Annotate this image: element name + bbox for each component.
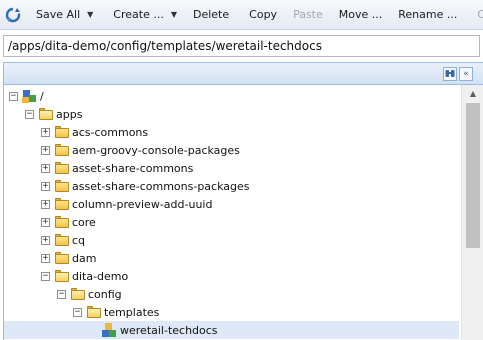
create-button[interactable]: Create ... ▼ bbox=[105, 0, 185, 29]
root-node-icon bbox=[21, 88, 37, 104]
save-all-button[interactable]: Save All ▼ bbox=[28, 0, 101, 29]
tree-node[interactable]: + core bbox=[4, 213, 459, 231]
tree-node[interactable]: + column-preview-add-uuid bbox=[4, 195, 459, 213]
tree-node-label: aem-groovy-console-packages bbox=[72, 143, 240, 157]
collapse-node-icon[interactable]: − bbox=[57, 289, 66, 299]
move-button[interactable]: Move ... bbox=[331, 0, 390, 29]
tree-node-config[interactable]: − config bbox=[4, 285, 459, 303]
copy-button[interactable]: Copy bbox=[241, 0, 285, 29]
tree-node-apps[interactable]: − apps bbox=[4, 105, 459, 123]
expand-node-icon[interactable]: + bbox=[41, 163, 50, 173]
tree-node-label: config bbox=[88, 287, 122, 301]
folder-icon bbox=[55, 162, 69, 174]
tree-scrollbar[interactable]: ▲ bbox=[461, 85, 483, 340]
tree-node-label: dam bbox=[72, 251, 97, 265]
tree-node-label: asset-share-commons-packages bbox=[72, 179, 250, 193]
scrollbar-thumb[interactable] bbox=[466, 103, 480, 248]
tree-node-label: core bbox=[72, 215, 96, 229]
expand-node-icon[interactable]: + bbox=[41, 127, 50, 137]
folder-icon bbox=[55, 126, 69, 138]
folder-open-icon bbox=[71, 288, 85, 300]
folder-icon bbox=[55, 144, 69, 156]
tree-node[interactable]: + asset-share-commons-packages bbox=[4, 177, 459, 195]
tree-panel-header: « bbox=[4, 63, 483, 85]
overlay-node-button[interactable]: Overlay No bbox=[469, 0, 483, 29]
expand-node-icon[interactable]: + bbox=[41, 217, 50, 227]
folder-icon bbox=[55, 234, 69, 246]
expand-node-icon[interactable]: + bbox=[41, 145, 50, 155]
repository-tree: − / − apps + acs-commons + aem-groovy-co… bbox=[4, 85, 461, 340]
collapse-node-icon[interactable]: − bbox=[73, 307, 82, 317]
tree-node-label: templates bbox=[104, 305, 160, 319]
tree-node-root[interactable]: − / bbox=[4, 87, 459, 105]
tree-node[interactable]: + acs-commons bbox=[4, 123, 459, 141]
tree-node-dita-demo[interactable]: − dita-demo bbox=[4, 267, 459, 285]
tree-node-label: dita-demo bbox=[72, 269, 129, 283]
tree-node[interactable]: + aem-groovy-console-packages bbox=[4, 141, 459, 159]
folder-open-icon bbox=[39, 108, 53, 120]
delete-button[interactable]: Delete bbox=[185, 0, 237, 29]
refresh-icon[interactable] bbox=[4, 6, 22, 24]
tree-panel: « − / − apps + acs-commons + aem-groovy-… bbox=[3, 62, 483, 340]
tree-node-label: asset-share-commons bbox=[72, 161, 194, 175]
folder-icon bbox=[55, 216, 69, 228]
tree-node-label: acs-commons bbox=[72, 125, 149, 139]
tree-node-label: apps bbox=[56, 107, 83, 121]
expand-node-icon[interactable]: + bbox=[41, 181, 50, 191]
folder-icon bbox=[55, 180, 69, 192]
tree-node-label: weretail-techdocs bbox=[120, 323, 218, 337]
tree-node-templates[interactable]: − templates bbox=[4, 303, 459, 321]
expand-node-icon[interactable]: + bbox=[41, 199, 50, 209]
tree-node-label: / bbox=[40, 89, 44, 103]
collapse-node-icon[interactable]: − bbox=[9, 91, 18, 101]
tree-node[interactable]: + asset-share-commons bbox=[4, 159, 459, 177]
tree-node-selected[interactable]: weretail-techdocs bbox=[4, 321, 459, 339]
tree-node[interactable]: + dam bbox=[4, 249, 459, 267]
save-all-dropdown-icon[interactable]: ▼ bbox=[87, 0, 93, 29]
scroll-up-icon[interactable]: ▲ bbox=[462, 85, 483, 101]
collapse-icon[interactable]: « bbox=[459, 67, 473, 81]
toolbar: Save All ▼ Create ... ▼ Delete Copy Paste … bbox=[0, 0, 483, 30]
expand-node-icon[interactable]: + bbox=[41, 253, 50, 263]
paste-button[interactable]: Paste bbox=[285, 0, 331, 29]
rename-button[interactable]: Rename ... bbox=[390, 0, 465, 29]
folder-open-icon bbox=[87, 306, 101, 318]
expand-node-icon[interactable]: + bbox=[41, 235, 50, 245]
path-input[interactable] bbox=[3, 35, 480, 57]
template-node-icon bbox=[101, 322, 117, 338]
folder-open-icon bbox=[55, 270, 69, 282]
create-dropdown-icon[interactable]: ▼ bbox=[171, 0, 177, 29]
folder-icon bbox=[55, 252, 69, 264]
collapse-node-icon[interactable]: − bbox=[41, 271, 50, 281]
collapse-node-icon[interactable]: − bbox=[25, 109, 34, 119]
folder-icon bbox=[55, 198, 69, 210]
tree-node[interactable]: + cq bbox=[4, 231, 459, 249]
find-icon[interactable] bbox=[443, 67, 457, 81]
tree-node-label: column-preview-add-uuid bbox=[72, 197, 213, 211]
tree-node-label: cq bbox=[72, 233, 86, 247]
